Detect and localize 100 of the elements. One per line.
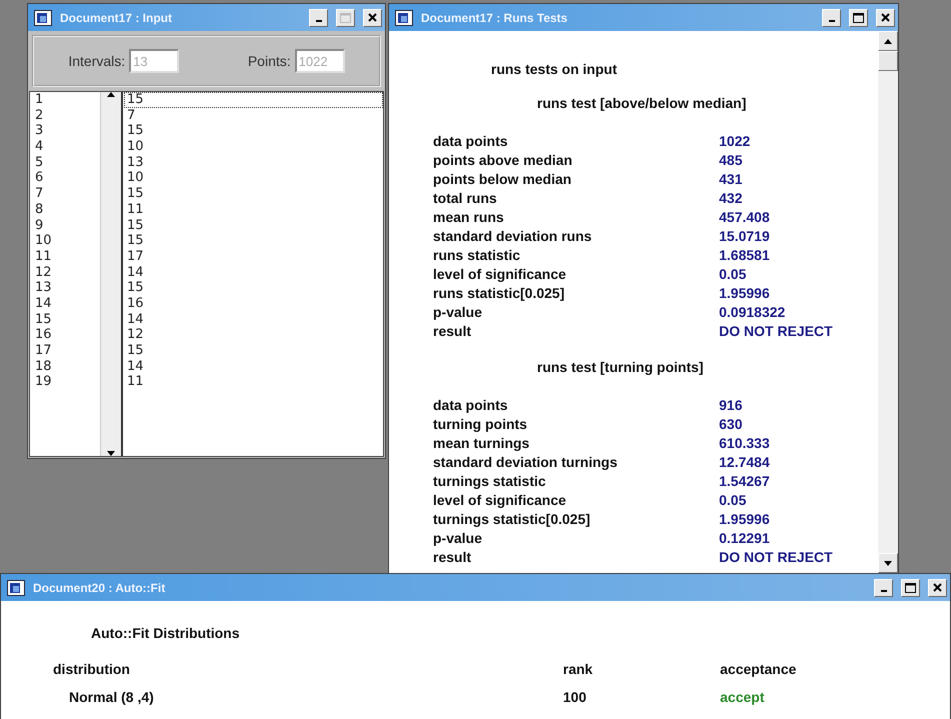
value-cell[interactable]: 15 (124, 233, 383, 249)
value-cell[interactable]: 15 (124, 92, 383, 108)
stat-label: points below median (433, 170, 572, 187)
close-button[interactable] (876, 8, 895, 26)
value-cell[interactable]: 15 (124, 218, 383, 234)
scroll-thumb[interactable] (878, 51, 898, 71)
stat-value: 0.05 (719, 266, 748, 282)
stat-value: DO NOT REJECT (719, 323, 834, 340)
row-number: 2 (34, 108, 44, 124)
stat-value: 1.68581 (719, 247, 771, 264)
stat-value: DO NOT REJECT (719, 549, 834, 566)
down-arrow-icon (107, 451, 115, 456)
stat-value: 457.408 (719, 208, 771, 225)
stat-value: 1.95996 (719, 285, 771, 302)
window-title: Document20 : Auto::Fit (33, 580, 166, 594)
stat-value: 0.12291 (719, 530, 771, 546)
row-number: 4 (34, 139, 44, 155)
stat-value: 0.0918322 (719, 304, 786, 320)
document-icon (34, 10, 52, 26)
field-label: Points: (248, 53, 291, 69)
stat-label: level of significance (433, 492, 568, 508)
stat-label: mean runs (433, 208, 505, 225)
stat-label: level of significance (433, 266, 568, 282)
value-cell[interactable]: 7 (124, 108, 383, 124)
row-number: 15 (34, 312, 53, 328)
row-number: 10 (34, 233, 53, 249)
minimize-button[interactable] (874, 578, 893, 596)
close-icon (881, 13, 890, 22)
maximize-button[interactable] (901, 578, 920, 596)
stat-label: data points (433, 396, 509, 413)
field-label: Intervals: (68, 53, 126, 69)
row-number: 3 (34, 123, 44, 140)
stat-label: result (433, 549, 472, 566)
stat-value: 432 (719, 190, 744, 206)
value-cell[interactable]: 14 (124, 264, 383, 280)
row-number: 5 (34, 154, 44, 170)
minimize-icon (880, 590, 886, 592)
value-cell[interactable]: 17 (124, 248, 383, 265)
value-cell[interactable]: 16 (124, 296, 383, 312)
column-header: rank (563, 661, 594, 677)
report-heading: Auto::Fit Distributions (91, 625, 241, 641)
window-title: Document17 : Input (60, 10, 174, 24)
maximize-button[interactable] (849, 8, 868, 26)
maximize-icon (340, 12, 351, 22)
stat-label: points above median (433, 152, 574, 168)
column-header: distribution (53, 661, 131, 677)
row-number: 17 (34, 343, 53, 359)
value-cell[interactable]: 10 (124, 170, 383, 186)
value-cell[interactable]: 14 (124, 358, 383, 374)
stat-label: runs statistic (433, 247, 522, 264)
value-cell[interactable]: 11 (124, 374, 383, 390)
rank-cell-text: 100 (563, 689, 588, 705)
report-heading: runs tests on input (490, 61, 618, 77)
up-arrow-icon (107, 92, 115, 97)
row-number: 16 (34, 327, 53, 343)
value-cell[interactable]: 14 (124, 312, 383, 328)
stat-value: 916 (719, 396, 744, 413)
minimize-icon (316, 20, 322, 22)
value-cell[interactable]: 15 (124, 343, 383, 359)
value-cell[interactable]: 15 (124, 123, 383, 140)
minimize-button[interactable] (822, 8, 841, 26)
stat-value: 1.95996 (719, 511, 771, 528)
document-icon (7, 580, 25, 596)
section-heading: runs test [turning points] (536, 359, 704, 376)
maximize-icon (853, 12, 864, 22)
row-number: 11 (34, 248, 53, 265)
scrollbar[interactable] (878, 31, 898, 573)
value-cell[interactable]: 12 (124, 327, 383, 343)
value-cell[interactable]: 10 (124, 139, 383, 155)
stat-value: 15.0719 (719, 228, 771, 244)
section-heading: runs test [above/below median] (536, 95, 748, 111)
stat-label: standard deviation turnings (433, 454, 618, 470)
maximize-icon (905, 582, 916, 592)
value-cell[interactable]: 15 (124, 186, 383, 202)
row-number: 18 (34, 358, 53, 374)
stat-label: p-value (433, 304, 484, 320)
value-cell[interactable]: 13 (124, 154, 383, 170)
stat-value: 610.333 (719, 434, 771, 451)
close-button[interactable] (928, 578, 947, 596)
row-number: 14 (34, 296, 53, 312)
stat-value: 1022 (719, 132, 752, 149)
close-button[interactable] (363, 8, 382, 26)
close-icon (368, 13, 377, 22)
close-icon (933, 583, 942, 592)
row-number: 13 (34, 280, 53, 296)
minimize-icon (828, 20, 834, 22)
stat-label: result (433, 323, 472, 340)
scrollbar[interactable] (100, 92, 121, 456)
down-arrow-icon (884, 560, 892, 566)
column-header: acceptance (720, 661, 798, 677)
value-cell[interactable]: 15 (124, 280, 383, 296)
row-number: 6 (34, 170, 44, 186)
stat-label: runs statistic[0.025] (433, 285, 566, 302)
row-number: 8 (34, 202, 44, 218)
minimize-button[interactable] (309, 8, 328, 26)
stat-value: 431 (719, 170, 744, 187)
up-arrow-icon (884, 38, 892, 44)
value-cell[interactable]: 11 (124, 202, 383, 218)
distribution-cell-text: Normal (8 ,4) (68, 689, 155, 705)
stat-label: total runs (433, 190, 498, 206)
